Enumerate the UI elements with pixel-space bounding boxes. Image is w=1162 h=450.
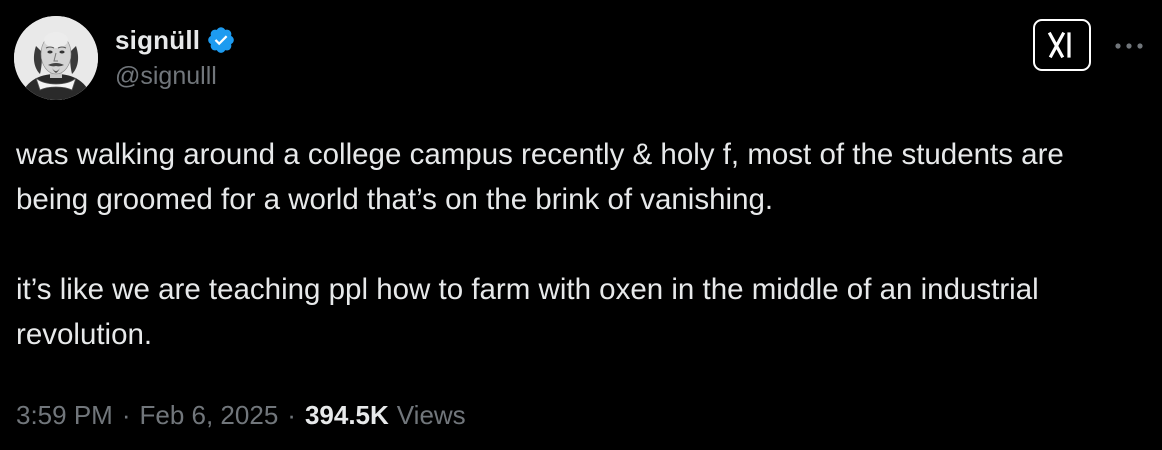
- separator-dot: ·: [121, 400, 131, 430]
- grok-logo-icon: [1047, 31, 1071, 59]
- tweet-metadata: 3:59 PM · Feb 6, 2025 · 394.5K Views: [16, 400, 466, 431]
- verified-badge-icon[interactable]: [206, 25, 236, 55]
- tweet-date[interactable]: Feb 6, 2025: [140, 400, 279, 431]
- views-label: Views: [396, 400, 466, 430]
- separator-dot: ·: [287, 400, 296, 430]
- more-options-button[interactable]: [1109, 26, 1149, 66]
- tweet-body: was walking around a college campus rece…: [16, 132, 1136, 357]
- tweet-time[interactable]: 3:59 PM: [16, 400, 113, 431]
- author-display-name[interactable]: signüll: [115, 25, 200, 56]
- author-avatar[interactable]: [14, 16, 98, 100]
- grok-button[interactable]: [1033, 19, 1091, 71]
- tweet-paragraph: was walking around a college campus rece…: [16, 138, 1064, 216]
- shakespeare-portrait-avatar-icon: [14, 16, 98, 100]
- author-name-row: signüll: [115, 22, 236, 58]
- views-count: 394.5K: [304, 400, 389, 430]
- tweet-card: signüll @signulll was walking around a c…: [0, 0, 1162, 450]
- author-handle[interactable]: @signulll: [115, 62, 217, 91]
- tweet-paragraph: it’s like we are teaching ppl how to far…: [16, 273, 1039, 351]
- more-options-icon: [1115, 43, 1143, 49]
